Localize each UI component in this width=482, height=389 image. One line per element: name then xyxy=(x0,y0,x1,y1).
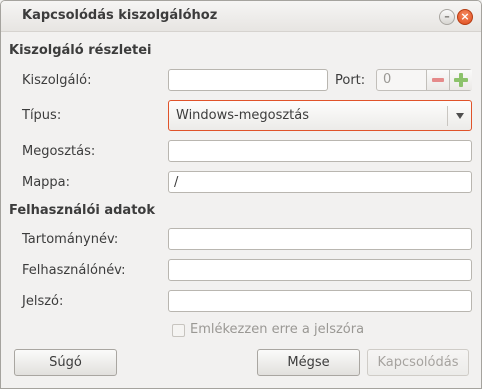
help-button[interactable]: Súgó xyxy=(14,349,117,376)
server-label: Kiszolgáló: xyxy=(22,73,92,88)
port-value: 0 xyxy=(383,72,392,87)
connect-button[interactable]: Kapcsolódás xyxy=(367,349,469,376)
port-increment-button[interactable] xyxy=(449,70,472,90)
titlebar[interactable]: Kapcsolódás kiszolgálóhoz – × xyxy=(1,1,481,32)
password-label: Jelszó: xyxy=(22,294,64,309)
type-selected-value: Windows-megosztás xyxy=(176,108,310,123)
server-details-heading: Kiszolgáló részletei xyxy=(9,43,152,58)
folder-input[interactable] xyxy=(168,171,472,193)
connect-to-server-dialog: Kapcsolódás kiszolgálóhoz – × Kiszolgáló… xyxy=(0,0,482,389)
domain-input[interactable] xyxy=(168,228,472,250)
domain-label: Tartománynév: xyxy=(22,232,119,247)
port-decrement-button[interactable] xyxy=(426,70,449,90)
minimize-button[interactable]: – xyxy=(439,9,455,25)
folder-label: Mappa: xyxy=(22,175,71,190)
share-label: Megosztás: xyxy=(22,144,96,159)
close-icon: × xyxy=(460,10,470,23)
password-input[interactable] xyxy=(168,290,472,312)
type-combobox[interactable]: Windows-megosztás xyxy=(168,100,472,131)
share-input[interactable] xyxy=(168,140,472,162)
username-input[interactable] xyxy=(168,259,472,281)
user-details-heading: Felhasználói adatok xyxy=(9,203,155,218)
username-label: Felhasználónév: xyxy=(22,263,126,278)
remember-password-label: Emlékezzen erre a jelszóra xyxy=(190,322,365,337)
server-input[interactable] xyxy=(168,69,328,91)
minimize-icon: – xyxy=(444,10,450,23)
minus-icon xyxy=(432,78,444,82)
combo-separator xyxy=(447,106,448,126)
chevron-down-icon xyxy=(456,113,464,119)
type-label: Típus: xyxy=(22,108,62,123)
cancel-button[interactable]: Mégse xyxy=(257,349,360,376)
close-button[interactable]: × xyxy=(457,9,473,25)
remember-password-checkbox[interactable] xyxy=(172,324,185,337)
window-title: Kapcsolódás kiszolgálóhoz xyxy=(22,8,218,23)
port-spinbutton[interactable]: 0 xyxy=(376,69,472,91)
port-label: Port: xyxy=(335,73,366,88)
